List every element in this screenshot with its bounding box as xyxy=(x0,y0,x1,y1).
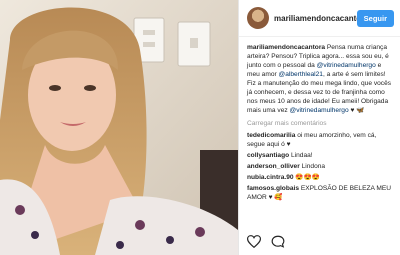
avatar[interactable] xyxy=(247,7,269,29)
comment-username[interactable]: tededicomarilia xyxy=(247,132,295,139)
post-photo xyxy=(0,0,238,255)
comment-username[interactable]: collysantiago xyxy=(247,152,289,159)
caption-mention-vitrine[interactable]: @vitrinedamulhergo xyxy=(317,62,376,69)
post-comments-area: mariliamendoncacantora Pensa numa crianç… xyxy=(239,37,400,202)
comment-bubble-icon[interactable] xyxy=(271,235,285,248)
comment-item: nubia.cintra.90 😍😍😍 xyxy=(247,173,392,182)
heart-outline-icon[interactable] xyxy=(247,235,261,248)
post-header: mariliamendoncacantora Seguir xyxy=(239,0,400,37)
caption-text-4: ♥ 🦋 xyxy=(348,107,365,114)
post-actions xyxy=(247,235,285,248)
instagram-post-embed: mariliamendoncacantora Seguir mariliamen… xyxy=(0,0,400,255)
comment-item: collysantiago Lindaa! xyxy=(247,151,392,160)
post-username[interactable]: mariliamendoncacantora xyxy=(274,14,357,23)
caption-username[interactable]: mariliamendoncacantora xyxy=(247,44,325,51)
comment-text: Lindona xyxy=(299,163,326,170)
comment-item: famosos.globais EXPLOSÃO DE BELEZA MEU A… xyxy=(247,184,392,202)
caption-mention-alberth[interactable]: @alberthleal21 xyxy=(279,71,323,78)
comment-username[interactable]: famosos.globais xyxy=(247,185,299,192)
comment-item: tededicomarilia oi meu amorzinho, vem cá… xyxy=(247,131,392,149)
post-caption: mariliamendoncacantora Pensa numa crianç… xyxy=(247,43,392,115)
load-more-comments-link[interactable]: Carregar mais comentários xyxy=(247,119,392,128)
comment-username[interactable]: anderson_olliver xyxy=(247,163,300,170)
post-side-panel: mariliamendoncacantora Seguir mariliamen… xyxy=(238,0,400,255)
comment-text: Lindaa! xyxy=(289,152,313,159)
follow-button[interactable]: Seguir xyxy=(356,9,394,27)
comment-text: 😍😍😍 xyxy=(293,174,321,181)
comment-item: anderson_olliver Lindona xyxy=(247,162,392,171)
comment-username[interactable]: nubia.cintra.90 xyxy=(247,174,294,181)
caption-mention-vitrine-2[interactable]: @vitrinedamulhergo xyxy=(290,107,349,114)
